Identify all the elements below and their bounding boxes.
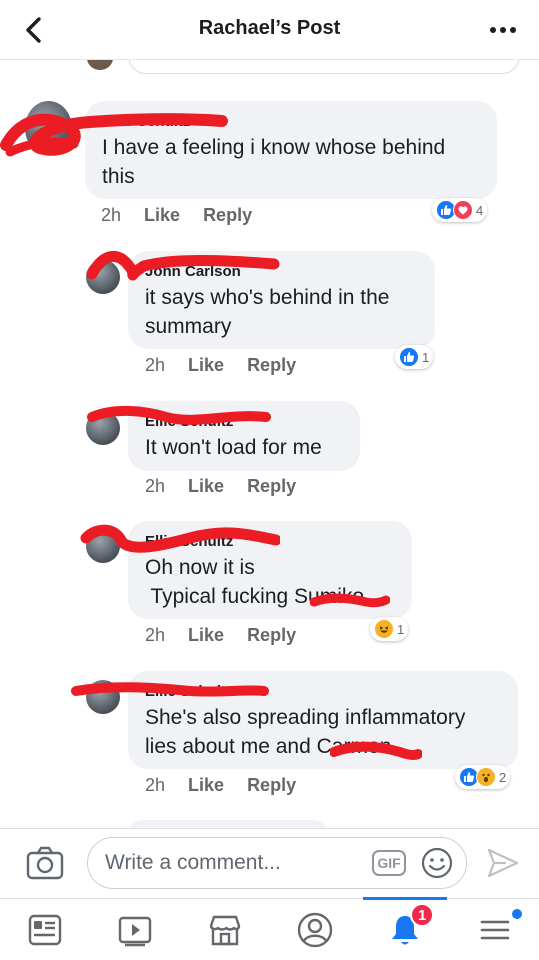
comment-author[interactable]: Ellie Schultz xyxy=(145,533,396,551)
page-title: Rachael’s Post xyxy=(198,17,341,39)
reply-button[interactable]: Reply xyxy=(247,476,296,497)
news-feed-icon xyxy=(28,914,62,946)
comment-text: It won't load for me xyxy=(145,436,322,459)
camera-icon[interactable] xyxy=(26,845,64,881)
reaction-summary[interactable]: 1 xyxy=(395,345,434,369)
haha-reaction-icon xyxy=(374,619,394,639)
like-button[interactable]: Like xyxy=(144,205,180,226)
comment-actions: 2h Like Reply xyxy=(145,355,296,376)
reply-button[interactable]: Reply xyxy=(247,625,296,646)
comment-bubble: Ellie Schultz I have a feeling i know wh… xyxy=(85,101,497,199)
like-button[interactable]: Like xyxy=(188,476,224,497)
like-button[interactable]: Like xyxy=(188,625,224,646)
comment-bubble: Ellie Schultz Oh now it is Typical fucki… xyxy=(128,521,412,619)
reply-button[interactable]: Reply xyxy=(203,205,252,226)
tab-profile[interactable] xyxy=(270,899,360,960)
avatar[interactable] xyxy=(86,260,120,294)
comment-actions: 2h Like Reply xyxy=(145,625,296,646)
more-options-button[interactable] xyxy=(485,14,521,46)
comment-input[interactable] xyxy=(87,837,467,889)
comment-author[interactable]: Ellie Schultz xyxy=(102,113,481,131)
comment-text: it says who's behind in the summary xyxy=(145,286,396,338)
comment-text-line: Oh now it is xyxy=(145,556,255,579)
like-reaction-icon xyxy=(399,347,419,367)
video-play-icon xyxy=(118,916,152,947)
comment-author[interactable]: John Carlson xyxy=(145,263,419,281)
comment-actions: 2h Like Reply xyxy=(101,205,252,226)
more-dot xyxy=(510,27,516,33)
emoji-icon[interactable] xyxy=(421,847,453,879)
comment-bubble: John Carlson it says who's behind in the… xyxy=(128,251,435,349)
reaction-count: 4 xyxy=(476,202,484,218)
more-dot xyxy=(490,27,496,33)
reply-button[interactable]: Reply xyxy=(247,355,296,376)
tab-notifications[interactable]: 1 xyxy=(360,899,450,960)
comment-author[interactable]: Ellie Schultz xyxy=(145,413,344,431)
comment-time: 2h xyxy=(145,355,166,375)
hamburger-menu-icon xyxy=(480,920,510,940)
comment-actions: 2h Like Reply xyxy=(145,476,296,497)
comment-time: 2h xyxy=(145,775,166,795)
comment-text: She's also spreading inflammatory lies a… xyxy=(145,706,472,758)
tab-marketplace[interactable] xyxy=(180,899,270,960)
comment-text: I have a feeling i know whose behind thi… xyxy=(102,136,452,188)
wow-reaction-icon xyxy=(476,767,496,787)
comment-bubble: Ellie Schultz She's also spreading infla… xyxy=(128,671,518,769)
comment-actions: 2h Like Reply xyxy=(145,775,296,796)
avatar xyxy=(87,60,113,70)
avatar[interactable] xyxy=(86,411,120,445)
next-comment-bubble xyxy=(128,820,328,828)
comments-feed[interactable]: Ellie Schultz I have a feeling i know wh… xyxy=(0,60,539,828)
reply-button[interactable]: Reply xyxy=(247,775,296,796)
notification-badge: 1 xyxy=(410,903,435,927)
comment-time: 2h xyxy=(101,205,122,225)
send-icon[interactable] xyxy=(486,847,520,879)
top-bar: Rachael’s Post xyxy=(0,0,539,60)
avatar[interactable] xyxy=(25,101,72,155)
comment-bubble: Ellie Schultz It won't load for me xyxy=(128,401,360,471)
bottom-tab-bar: 1 xyxy=(0,897,539,960)
love-reaction-icon xyxy=(453,200,473,220)
storefront-icon xyxy=(209,915,241,946)
reaction-count: 1 xyxy=(397,621,405,637)
comment-time: 2h xyxy=(145,476,166,496)
avatar[interactable] xyxy=(86,529,120,563)
reaction-summary[interactable]: 4 xyxy=(432,198,488,222)
tab-watch[interactable] xyxy=(90,899,180,960)
comment-text: Oh now it is Typical fucking Sumiko. xyxy=(145,553,396,611)
gif-button[interactable]: GIF xyxy=(372,850,406,876)
reaction-count: 1 xyxy=(422,349,430,365)
reaction-summary[interactable]: 2 xyxy=(455,765,511,789)
tab-news-feed[interactable] xyxy=(0,899,90,960)
previous-comment-bubble xyxy=(128,60,520,74)
reaction-count: 2 xyxy=(499,769,507,785)
avatar[interactable] xyxy=(86,680,120,714)
more-dot xyxy=(500,27,506,33)
menu-update-dot xyxy=(512,909,522,919)
comment-time: 2h xyxy=(145,625,166,645)
like-button[interactable]: Like xyxy=(188,355,224,376)
profile-icon xyxy=(297,912,333,948)
tab-menu[interactable] xyxy=(450,899,539,960)
comment-author[interactable]: Ellie Schultz xyxy=(145,683,502,701)
reaction-summary[interactable]: 1 xyxy=(370,617,409,641)
like-button[interactable]: Like xyxy=(188,775,224,796)
comment-text-line: Typical fucking Sumiko. xyxy=(145,585,370,608)
comment-composer: GIF xyxy=(0,828,539,898)
